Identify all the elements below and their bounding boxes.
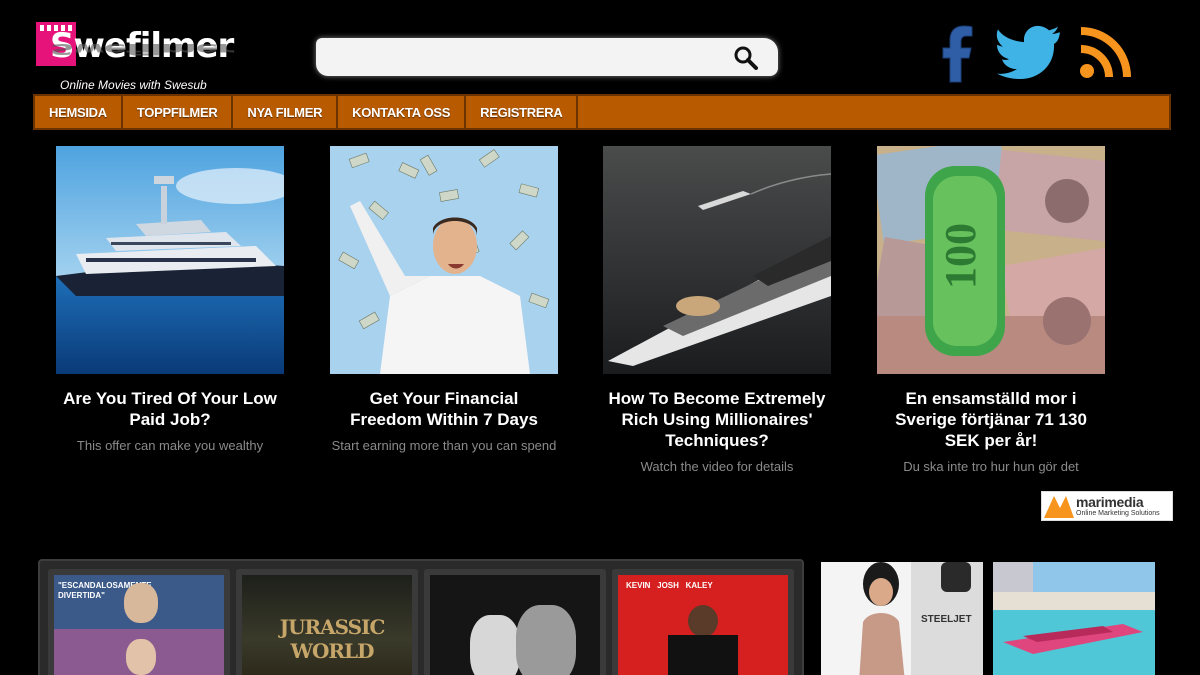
ad-subtitle: This offer can make you wealthy [76,438,264,453]
search-icon [734,46,758,70]
facebook-icon [942,25,973,83]
svg-text:100: 100 [936,223,985,289]
ad-image-superyacht[interactable] [603,146,831,374]
ad-network-tagline: Online Marketing Solutions [1076,510,1160,517]
movie-poster-card[interactable] [424,569,606,675]
side-thumbnail[interactable] [993,562,1155,675]
nav-item-kontakta-oss[interactable]: KONTAKTA OSS [338,96,467,128]
ad-subtitle: Start earning more than you can spend [331,438,557,453]
rss-icon [1080,27,1131,78]
poster-cast: KEVIN JOSH KALEY [626,581,713,590]
ad-image-banknotes[interactable]: 100 [877,146,1105,374]
poster-title: JURASSIC WORLD [279,615,386,663]
twitter-icon [996,25,1060,79]
search-button[interactable] [732,44,760,72]
movie-poster-card[interactable]: JURASSIC WORLD [236,569,418,675]
ad-title[interactable]: How To Become Extremely Rich Using Milli… [603,388,831,451]
ad-title[interactable]: En ensamställd mor i Sverige förtjänar 7… [877,388,1105,451]
search-input[interactable] [328,44,728,70]
logo-tagline: Online Movies with Swesub [60,78,207,92]
facebook-link[interactable] [930,22,986,84]
ad-card[interactable]: How To Become Extremely Rich Using Milli… [603,146,831,476]
movie-poster[interactable]: "ESCANDALOSAMENTE DIVERTIDA" [54,575,224,675]
rss-link[interactable] [1076,22,1132,84]
ad-network-badge[interactable]: marimedia Online Marketing Solutions [1041,491,1173,521]
movie-poster-card[interactable]: KEVIN JOSH KALEY [612,569,794,675]
nav-item-toppfilmer[interactable]: TOPPFILMER [123,96,234,128]
svg-text:STEELJET: STEELJET [921,614,972,625]
ad-subtitle: Watch the video for details [640,459,794,474]
main-nav: HEMSIDA TOPPFILMER NYA FILMER KONTAKTA O… [33,94,1171,130]
ad-image-yacht[interactable] [56,146,284,374]
nav-item-registrera[interactable]: REGISTRERA [466,96,579,128]
side-thumbnail[interactable]: STEELJET [821,562,983,675]
search-bar [316,38,778,76]
movie-poster[interactable] [430,575,600,675]
movie-poster[interactable]: JURASSIC WORLD [242,575,412,675]
ad-subtitle: Du ska inte tro hur hun gör det [903,459,1079,474]
ad-card[interactable]: Are You Tired Of Your Low Paid Job? This… [56,146,284,455]
ad-card[interactable]: Get Your Financial Freedom Within 7 Days… [330,146,558,455]
nav-item-nya-filmer[interactable]: NYA FILMER [233,96,339,128]
logo-reflection: Swefilmer [50,40,234,58]
ad-network-name: marimedia [1076,494,1144,510]
movie-poster[interactable]: KEVIN JOSH KALEY [618,575,788,675]
ad-title[interactable]: Are You Tired Of Your Low Paid Job? [56,388,284,430]
movie-poster-card[interactable]: "ESCANDALOSAMENTE DIVERTIDA" [48,569,230,675]
site-logo[interactable]: Swefilmer Swefilmer Online Movies with S… [36,20,246,94]
twitter-link[interactable] [996,22,1062,84]
marimedia-logo-icon [1042,492,1076,520]
ad-image-money-man[interactable] [330,146,558,374]
nav-item-hemsida[interactable]: HEMSIDA [35,96,123,128]
poster-text: "ESCANDALOSAMENTE DIVERTIDA" [58,581,152,600]
movie-carousel: "ESCANDALOSAMENTE DIVERTIDA" JURASSIC WO… [38,559,804,675]
ad-title[interactable]: Get Your Financial Freedom Within 7 Days [330,388,558,430]
ad-card[interactable]: 100 En ensamställd mor i Sverige förtjän… [877,146,1105,476]
